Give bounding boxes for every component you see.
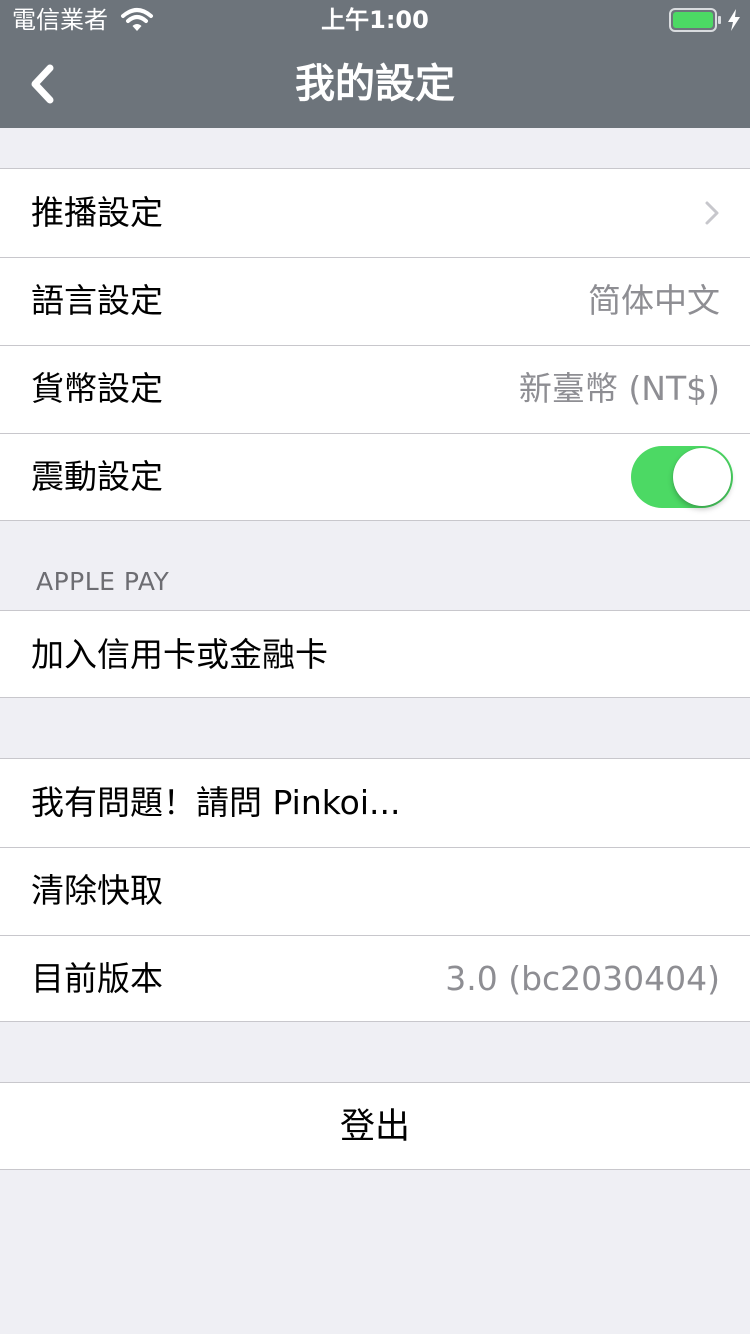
status-time: 上午1:00: [321, 6, 429, 34]
version-row: 目前版本 3.0 (bc2030404): [0, 935, 750, 1023]
page-title: 我的設定: [295, 61, 455, 107]
push-notification-settings-row[interactable]: 推播設定: [0, 169, 750, 257]
chevron-left-icon: [31, 64, 54, 104]
navigation-bar: 我的設定: [0, 40, 750, 128]
version-value: 3.0 (bc2030404): [445, 959, 720, 998]
clear-cache-row[interactable]: 清除快取: [0, 847, 750, 935]
battery-full-icon: [669, 8, 721, 32]
logout-label: 登出: [339, 1107, 410, 1147]
support-group: 我有問題！請問 Pinkoi... 清除快取 目前版本 3.0 (bc20304…: [0, 758, 750, 1022]
back-button[interactable]: [20, 50, 90, 118]
version-label: 目前版本: [31, 959, 163, 998]
currency-value: 新臺幣 (NT$): [518, 369, 720, 408]
language-settings-label: 語言設定: [31, 281, 163, 320]
currency-settings-label: 貨幣設定: [31, 369, 163, 408]
chevron-right-icon: [705, 201, 719, 225]
vibration-toggle[interactable]: [631, 446, 733, 508]
logout-group: 登出: [0, 1082, 750, 1170]
apple-pay-group: 加入信用卡或金融卡: [0, 610, 750, 698]
ask-pinkoi-row[interactable]: 我有問題！請問 Pinkoi...: [0, 759, 750, 847]
language-settings-row[interactable]: 語言設定 简体中文: [0, 257, 750, 345]
header: 電信業者 上午1:00 我的設定: [0, 0, 750, 128]
logout-button[interactable]: 登出: [0, 1083, 750, 1171]
language-value: 简体中文: [588, 281, 720, 320]
vibration-settings-row: 震動設定: [0, 433, 750, 521]
add-card-row[interactable]: 加入信用卡或金融卡: [0, 611, 750, 699]
toggle-knob: [673, 448, 731, 506]
charging-bolt-icon: [728, 9, 740, 31]
apple-pay-section-header: APPLE PAY: [36, 567, 170, 596]
ask-pinkoi-label: 我有問題！請問 Pinkoi...: [31, 783, 401, 822]
status-bar: 電信業者 上午1:00: [0, 0, 750, 40]
general-settings-group: 推播設定 語言設定 简体中文 貨幣設定 新臺幣 (NT$) 震動設定: [0, 168, 750, 521]
add-card-label: 加入信用卡或金融卡: [31, 635, 328, 674]
currency-settings-row[interactable]: 貨幣設定 新臺幣 (NT$): [0, 345, 750, 433]
vibration-settings-label: 震動設定: [31, 457, 163, 496]
push-settings-label: 推播設定: [31, 193, 163, 232]
clear-cache-label: 清除快取: [31, 871, 163, 910]
